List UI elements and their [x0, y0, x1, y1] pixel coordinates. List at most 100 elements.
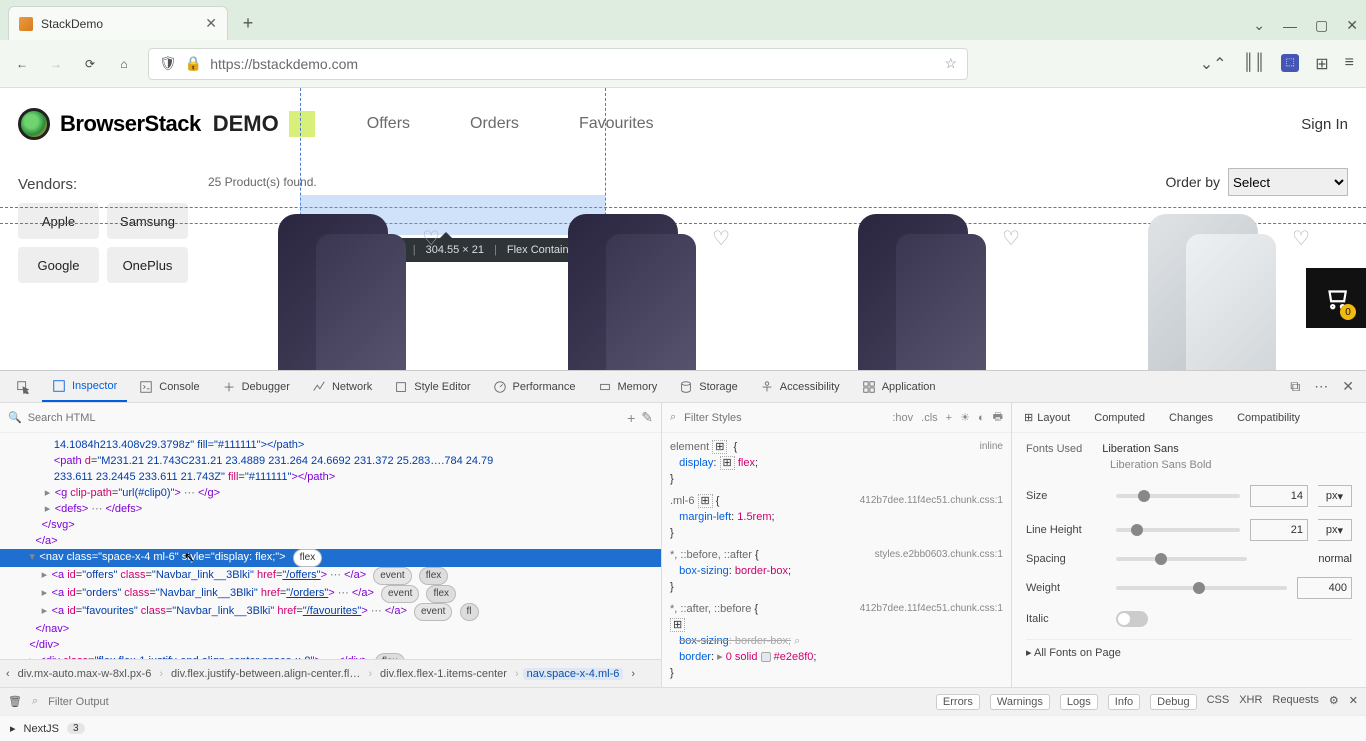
filter-styles-input[interactable]	[684, 412, 884, 424]
search-html-input[interactable]	[28, 412, 621, 424]
tab-debugger[interactable]: Debugger	[212, 371, 300, 402]
product-card[interactable]: ♡	[208, 214, 458, 364]
cls-toggle[interactable]: .cls	[921, 412, 938, 424]
cat-xhr[interactable]: XHR	[1239, 694, 1262, 710]
vendor-chip-google[interactable]: Google	[18, 247, 99, 283]
console-settings-icon[interactable]: ⚙	[1329, 694, 1339, 710]
pocket-icon[interactable]: ⌄⌃	[1200, 54, 1227, 74]
tab-network[interactable]: Network	[302, 371, 382, 402]
signin-link[interactable]: Sign In	[1301, 116, 1348, 133]
clear-console-icon[interactable]: 🗑	[8, 695, 22, 708]
expand-icon[interactable]: ▸	[10, 722, 16, 735]
reload-button[interactable]: ⟳	[80, 54, 100, 74]
side-panel: ⊞Layout Computed Changes Compatibility F…	[1012, 403, 1366, 687]
hov-toggle[interactable]: :hov	[892, 412, 913, 424]
url-bar[interactable]: 🛡 🔒 https://bstackdemo.com ☆	[148, 48, 968, 80]
home-button[interactable]: ⌂	[114, 54, 134, 74]
product-card[interactable]: ♡	[498, 214, 748, 364]
eyedropper-icon[interactable]: ✎	[641, 409, 653, 426]
devtools-menu-icon[interactable]: ⋯	[1308, 378, 1334, 395]
dark-scheme-icon[interactable]: ◐	[978, 412, 985, 424]
vendor-chip-samsung[interactable]: Samsung	[107, 203, 188, 239]
tab-application[interactable]: Application	[852, 371, 946, 402]
tab-style-editor[interactable]: Style Editor	[384, 371, 480, 402]
responsive-mode-icon[interactable]: ⧉	[1284, 378, 1306, 395]
font-size-value[interactable]: 14	[1250, 485, 1308, 507]
crumb-prev-icon[interactable]: ‹	[6, 668, 10, 680]
cat-css[interactable]: CSS	[1207, 694, 1230, 710]
console-close-icon[interactable]: ✕	[1349, 694, 1358, 710]
tabs-dropdown-icon[interactable]: ⌄	[1253, 17, 1265, 34]
bookmark-star-icon[interactable]: ☆	[944, 55, 957, 72]
product-card[interactable]: ♡	[1078, 214, 1328, 364]
extensions-icon[interactable]: ⊞	[1315, 54, 1328, 74]
tab-memory[interactable]: Memory	[588, 371, 668, 402]
tab-accessibility[interactable]: Accessibility	[750, 371, 850, 402]
cart-button[interactable]: 0	[1306, 268, 1366, 328]
print-icon[interactable]: 🖶	[993, 408, 1003, 427]
vendor-chip-oneplus[interactable]: OnePlus	[107, 247, 188, 283]
cat-info[interactable]: Info	[1108, 694, 1140, 710]
add-rule-icon[interactable]: +	[946, 412, 952, 424]
extension-icon[interactable]: ⬚	[1281, 54, 1299, 72]
font-size-unit[interactable]: px ▾	[1318, 485, 1352, 507]
cat-errors[interactable]: Errors	[936, 694, 980, 710]
heart-icon[interactable]: ♡	[1002, 226, 1020, 251]
cat-warnings[interactable]: Warnings	[990, 694, 1050, 710]
nav-offers[interactable]: Offers	[367, 115, 410, 133]
side-tab-computed[interactable]: Computed	[1082, 403, 1157, 432]
rules-body[interactable]: element ⊞ {inline display: ⊞ flex; } .ml…	[662, 433, 1011, 687]
rules-panel: ⌕ :hov .cls + ☀ ◐ 🖶 element ⊞ {inline di…	[662, 403, 1012, 687]
library-icon[interactable]: ║║	[1243, 54, 1266, 74]
console-body[interactable]: ▸ NextJS 3	[0, 715, 1366, 741]
heart-icon[interactable]: ♡	[1292, 226, 1310, 251]
line-height-unit[interactable]: px ▾	[1318, 519, 1352, 541]
tab-inspector[interactable]: Inspector	[42, 371, 127, 402]
close-tab-icon[interactable]: ✕	[205, 15, 217, 32]
devtools-close-icon[interactable]: ✕	[1336, 378, 1360, 395]
nav-orders[interactable]: Orders	[470, 115, 519, 133]
tab-console[interactable]: Console	[129, 371, 209, 402]
product-card[interactable]: ♡	[788, 214, 1038, 364]
weight-value[interactable]: 400	[1297, 577, 1352, 599]
back-button[interactable]: ←	[12, 54, 32, 74]
light-scheme-icon[interactable]: ☀	[960, 411, 970, 424]
heart-icon[interactable]: ♡	[712, 226, 730, 251]
cat-requests[interactable]: Requests	[1272, 694, 1318, 710]
html-tree[interactable]: 14.1084h213.408v29.3798z" fill="#111111"…	[0, 433, 661, 659]
window-minimize-icon[interactable]: —	[1283, 18, 1297, 34]
side-tab-layout[interactable]: ⊞Layout	[1012, 403, 1082, 432]
order-by-label: Order by	[1166, 174, 1220, 190]
crumb: div.flex.justify-between.align-center.fl…	[167, 668, 364, 680]
tab-performance[interactable]: Performance	[483, 371, 586, 402]
browser-tab[interactable]: StackDemo ✕	[8, 6, 228, 40]
vendor-chip-apple[interactable]: Apple	[18, 203, 99, 239]
add-node-icon[interactable]: +	[627, 410, 635, 426]
shield-icon[interactable]: 🛡	[159, 55, 177, 72]
nav-favourites[interactable]: Favourites	[579, 115, 654, 133]
window-maximize-icon[interactable]: ▢	[1315, 17, 1328, 34]
order-by-select[interactable]: Select	[1228, 168, 1348, 196]
cat-logs[interactable]: Logs	[1060, 694, 1098, 710]
lock-icon[interactable]: 🔒	[185, 55, 202, 72]
font-name: Liberation Sans	[1102, 443, 1178, 455]
filter-output-input[interactable]	[48, 696, 190, 708]
app-menu-icon[interactable]: ≡	[1345, 54, 1354, 74]
new-tab-button[interactable]: +	[234, 9, 262, 37]
crumb: div.flex.flex-1.items-center	[376, 668, 511, 680]
filter-icon: ⌕	[670, 411, 676, 424]
cat-debug[interactable]: Debug	[1150, 694, 1196, 710]
pick-element-icon[interactable]	[6, 371, 40, 402]
breadcrumb[interactable]: ‹ div.mx-auto.max-w-8xl.px-6› div.flex.j…	[0, 659, 661, 687]
all-fonts-accordion[interactable]: ▸ All Fonts on Page	[1026, 639, 1352, 659]
line-height-value[interactable]: 21	[1250, 519, 1308, 541]
tab-storage[interactable]: Storage	[669, 371, 748, 402]
selected-node[interactable]: ▾<nav class="space-x-4 ml-6" s↖tyle="dis…	[0, 549, 661, 567]
side-tab-changes[interactable]: Changes	[1157, 403, 1225, 432]
window-close-icon[interactable]: ✕	[1346, 17, 1358, 34]
side-tab-compat[interactable]: Compatibility	[1225, 403, 1312, 432]
heart-icon[interactable]: ♡	[422, 226, 440, 251]
demo-text: DEMO	[213, 111, 279, 137]
italic-toggle[interactable]	[1116, 611, 1148, 627]
crumb-next-icon[interactable]: ›	[631, 668, 635, 680]
